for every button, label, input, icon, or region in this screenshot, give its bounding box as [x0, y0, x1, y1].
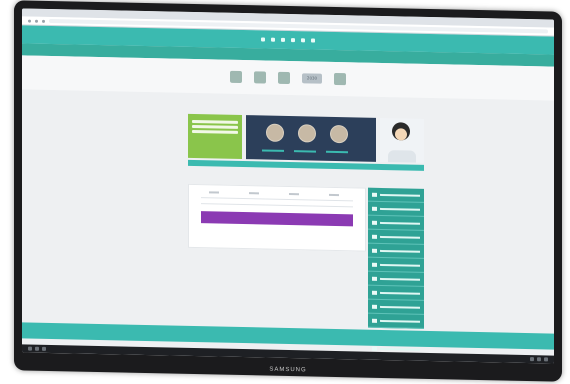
hero-row — [188, 113, 424, 163]
banner-photo — [330, 124, 348, 144]
hero-green-line — [192, 124, 238, 129]
sidebar-label — [380, 249, 420, 253]
instagram-icon[interactable] — [291, 38, 295, 43]
banner-bar — [262, 149, 284, 152]
logo-3 — [278, 71, 290, 85]
sidebar-icon — [372, 304, 377, 309]
sidebar-icon — [372, 206, 377, 211]
clock-icon[interactable] — [544, 357, 548, 362]
sidebar-menu — [368, 187, 424, 364]
sidebar-icon — [372, 346, 377, 351]
link-icon[interactable] — [311, 38, 315, 43]
purple-banner-button[interactable] — [201, 211, 353, 227]
sidebar-icon — [372, 262, 377, 267]
volume-icon[interactable] — [537, 357, 541, 362]
reload-icon[interactable] — [42, 19, 45, 23]
sidebar-icon — [372, 290, 377, 295]
hero-green-line — [192, 129, 238, 134]
ministry-logo — [334, 72, 346, 86]
sidebar-label — [380, 277, 420, 281]
sidebar-icon — [372, 234, 377, 239]
sidebar-item[interactable] — [368, 243, 424, 259]
monitor-frame: 2030 SAMSUNG — [14, 0, 562, 382]
sidebar-icon — [372, 360, 377, 364]
sidebar-label — [380, 291, 420, 295]
banner-photo — [298, 124, 316, 143]
vision-2030-logo: 2030 — [302, 73, 322, 84]
youtube-icon[interactable] — [281, 37, 285, 42]
start-icon[interactable] — [28, 346, 32, 351]
grid-label — [289, 193, 299, 196]
hero-green-box[interactable] — [188, 113, 242, 160]
sidebar-icon — [372, 318, 377, 323]
sidebar-icon — [372, 220, 377, 225]
grid-line — [201, 203, 353, 208]
grid-line — [201, 197, 353, 202]
sidebar-item[interactable] — [368, 313, 424, 329]
sidebar-label — [380, 193, 420, 197]
facebook-icon[interactable] — [261, 37, 265, 42]
back-icon[interactable] — [28, 19, 31, 23]
banner-bar — [294, 150, 316, 153]
sidebar-icon — [372, 192, 377, 197]
boy-shirt — [388, 150, 416, 163]
sidebar-item[interactable] — [368, 229, 424, 245]
boy-reading-illustration — [380, 117, 424, 163]
monitor-brand: SAMSUNG — [269, 366, 307, 374]
taskview-icon[interactable] — [42, 346, 46, 351]
screen: 2030 — [22, 8, 554, 364]
sidebar-item[interactable] — [368, 257, 424, 273]
search-icon[interactable] — [35, 346, 39, 351]
logo-1 — [230, 70, 242, 84]
grid-label — [209, 191, 219, 194]
grid-label — [249, 192, 259, 195]
grid-label — [329, 193, 339, 197]
sidebar-label — [380, 305, 420, 309]
sidebar-item[interactable] — [368, 285, 424, 301]
main-content-panel — [188, 183, 366, 252]
twitter-icon[interactable] — [271, 37, 275, 42]
banner-bar — [326, 150, 348, 154]
sidebar-icon — [372, 276, 377, 281]
sidebar-label — [380, 319, 420, 323]
sidebar-item[interactable] — [368, 201, 424, 217]
network-icon[interactable] — [530, 357, 534, 362]
hero-banner[interactable] — [246, 115, 376, 162]
sidebar-label — [380, 221, 420, 225]
sidebar-item[interactable] — [368, 271, 424, 287]
snapchat-icon[interactable] — [301, 38, 305, 43]
forward-icon[interactable] — [35, 19, 38, 23]
sidebar-label — [380, 235, 420, 239]
boy-face — [395, 128, 407, 141]
hero-green-line — [192, 119, 238, 124]
sidebar-item[interactable] — [368, 215, 424, 231]
sidebar-item[interactable] — [368, 187, 424, 203]
banner-photo — [266, 123, 284, 142]
sidebar-label — [380, 207, 420, 211]
sidebar-label — [380, 347, 420, 351]
logo-2 — [254, 71, 266, 84]
sidebar-item[interactable] — [368, 299, 424, 315]
sidebar-label — [380, 263, 420, 267]
sidebar-icon — [372, 248, 377, 253]
sidebar-label — [380, 361, 420, 364]
